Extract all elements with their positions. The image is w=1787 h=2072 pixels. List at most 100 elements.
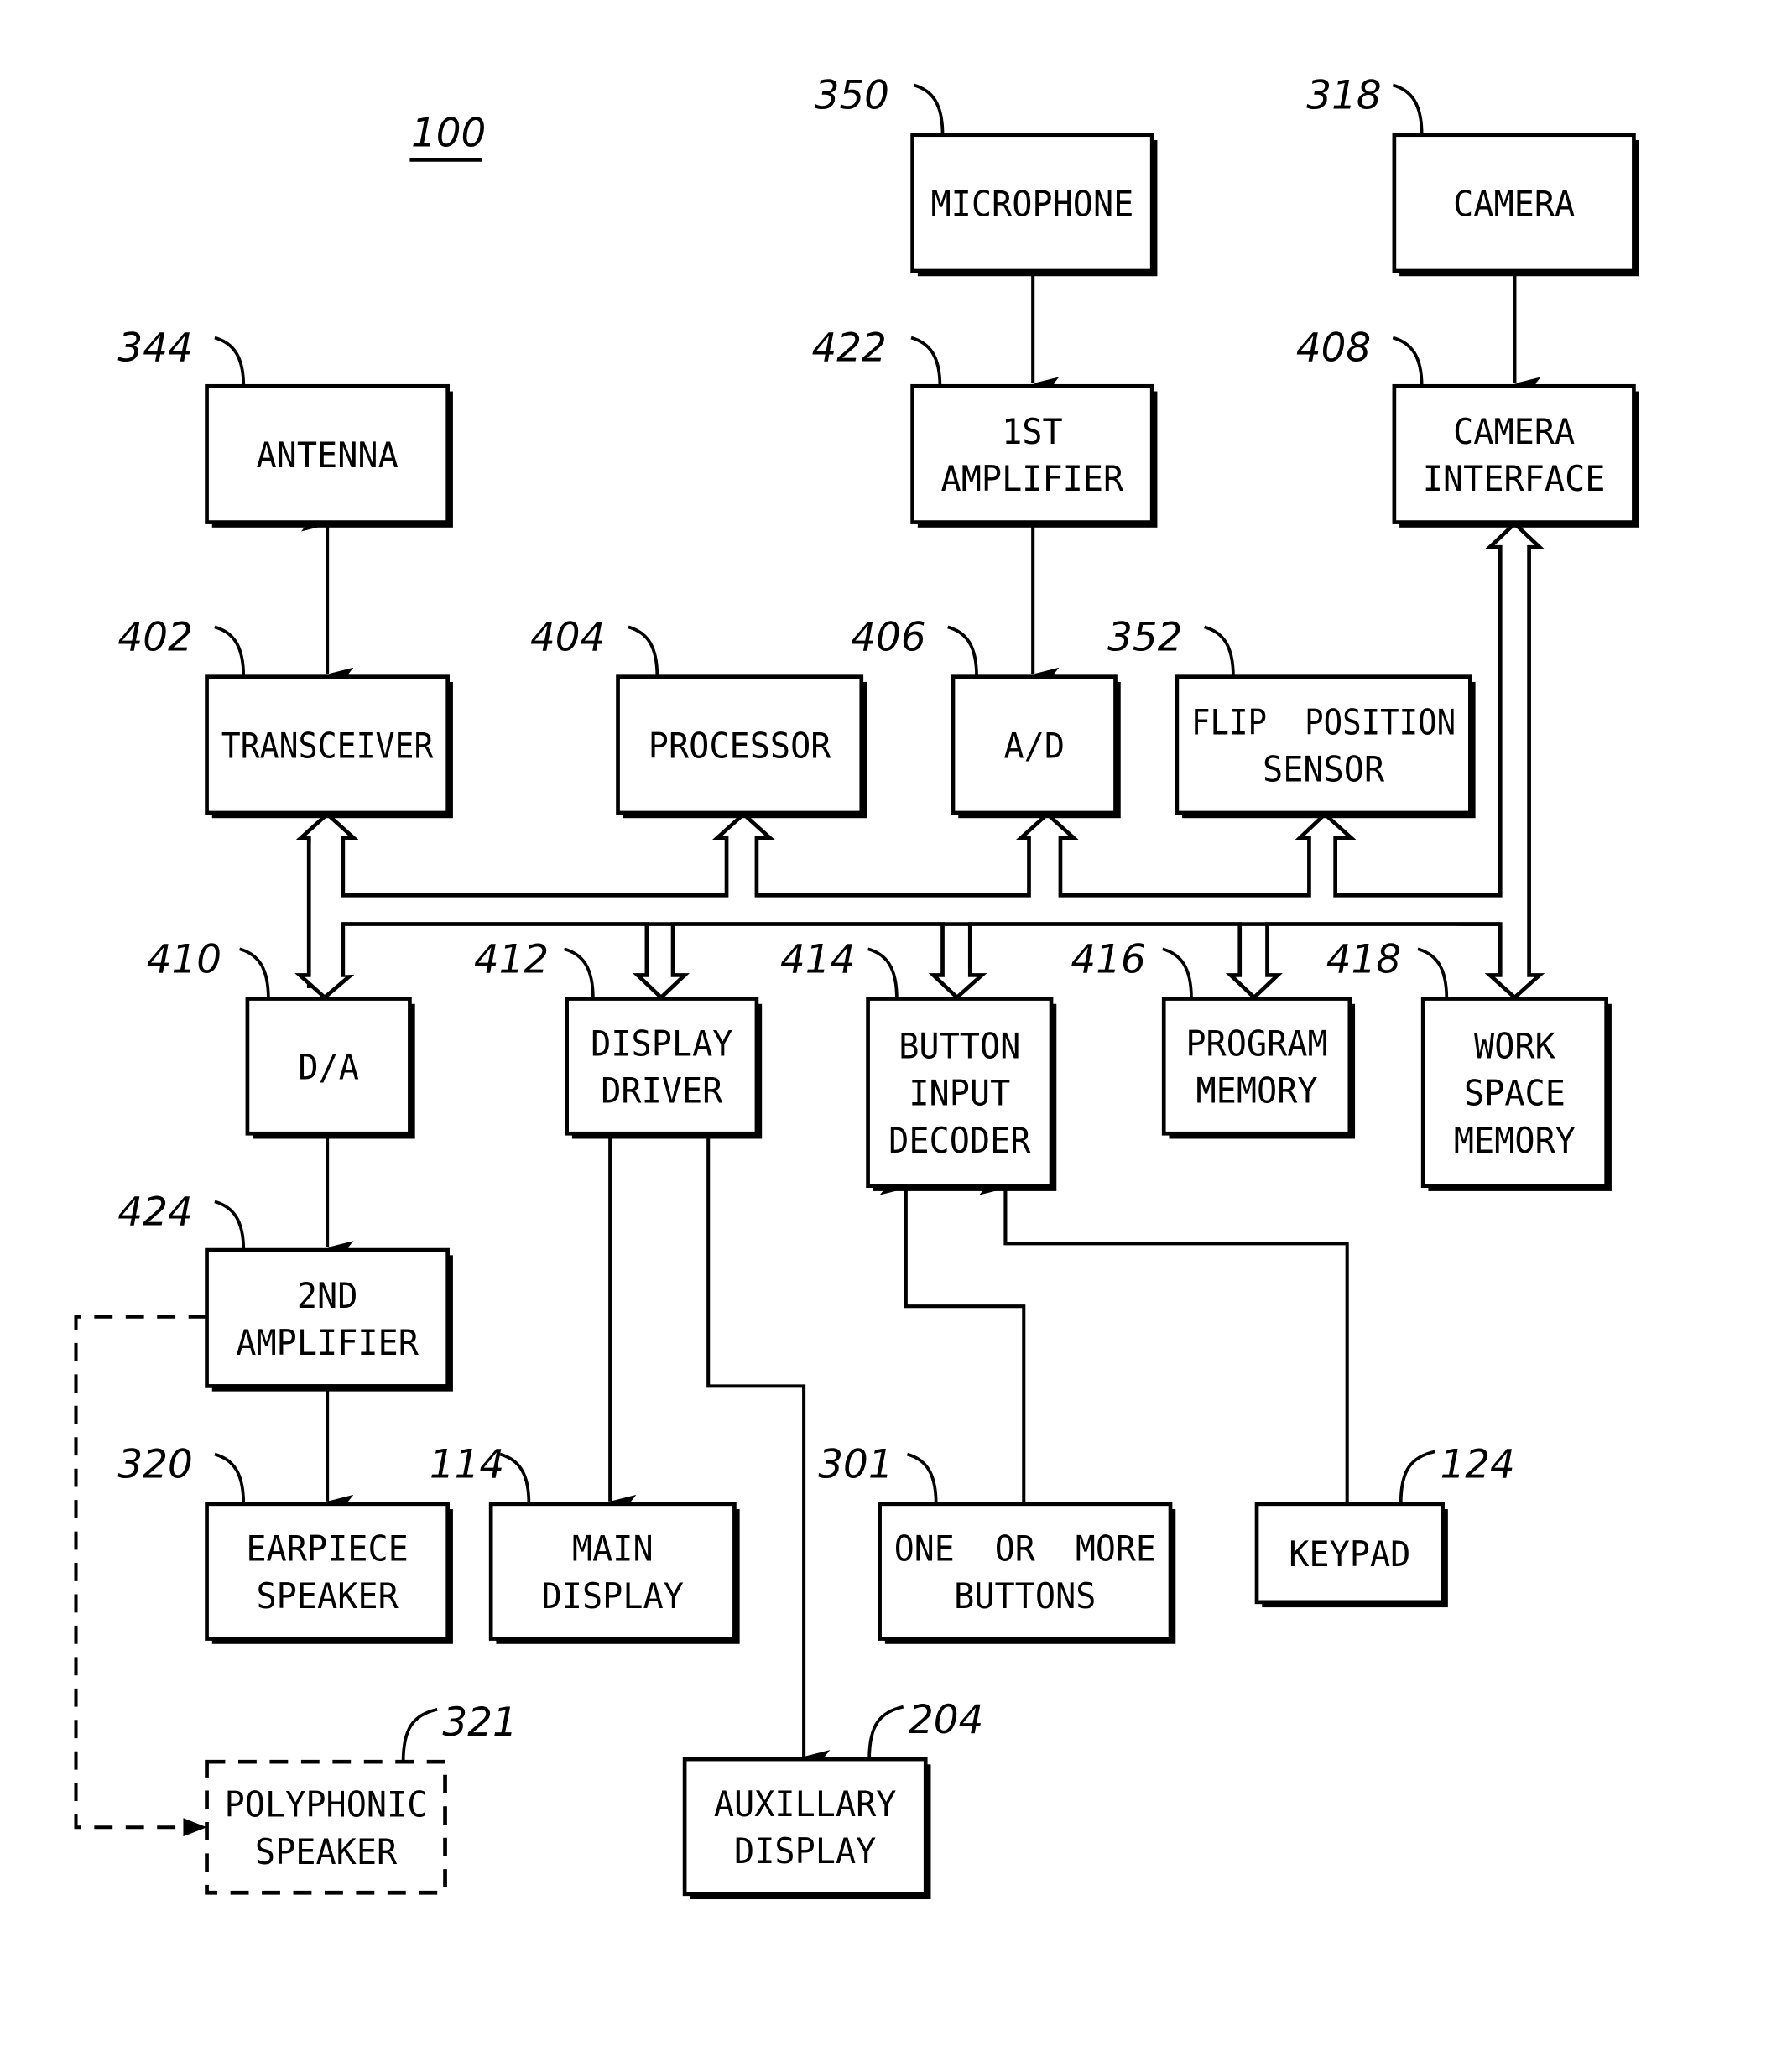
block-workspace-memory: WORK SPACE MEMORY — [1420, 997, 1612, 1191]
block-display-driver: DISPLAY DRIVER — [565, 997, 763, 1139]
block-label-line: DECODER — [888, 1120, 1031, 1161]
block-label-line: D/A — [298, 1046, 359, 1087]
reference-numeral: 350 — [815, 74, 889, 119]
reference-numeral: 318 — [1306, 74, 1381, 119]
block-microphone: MICROPHONE — [910, 133, 1158, 277]
block-label-line: MEMORY — [1454, 1120, 1576, 1161]
block-label-line: BUTTON — [899, 1026, 1020, 1067]
block-label-line: CAMERA — [1453, 183, 1575, 224]
block-earpiece: EARPIECE SPEAKER — [205, 1502, 453, 1644]
reference-leader — [1392, 336, 1424, 387]
reference-numeral: 321 — [442, 1700, 517, 1746]
block-label-line: SPEAKER — [256, 1575, 399, 1616]
block-amp1: 1ST AMPLIFIER — [910, 383, 1158, 528]
reference-leader — [906, 1452, 938, 1504]
block-label-line: PROCESSOR — [649, 725, 831, 766]
block-label-line: WORK — [1474, 1026, 1555, 1067]
reference-leader — [947, 625, 978, 677]
reference-leader — [910, 336, 942, 387]
reference-numeral: 406 — [851, 615, 925, 660]
block-label-line: BUTTONS — [954, 1575, 1096, 1616]
arrowhead-polyphonic — [183, 1818, 207, 1837]
reference-numeral: 410 — [147, 937, 221, 982]
reference-numeral: 301 — [818, 1443, 893, 1488]
wire-amp2-polyphonic — [74, 1315, 207, 1830]
block-aux-display: AUXILLARY DISPLAY — [682, 1757, 931, 1900]
block-frame — [1161, 997, 1352, 1136]
reference-numeral: 402 — [117, 615, 192, 660]
block-label-line: TRANSCEIVER — [221, 725, 434, 766]
block-flip-sensor: FLIP POSITION SENSOR — [1175, 674, 1476, 819]
reference-numeral: 408 — [1296, 326, 1371, 372]
block-label-line: MICROPHONE — [930, 183, 1133, 224]
block-processor: PROCESSOR — [616, 674, 867, 819]
block-ad: A/D — [951, 674, 1121, 819]
block-label-line: AUXILLARY — [714, 1783, 897, 1825]
block-label-line: EARPIECE — [246, 1528, 408, 1570]
reference-numeral: 320 — [117, 1443, 192, 1488]
figure-reference: 100 — [409, 112, 486, 162]
block-label-line: KEYPAD — [1289, 1533, 1410, 1575]
block-label-line: ANTENNA — [256, 435, 398, 476]
reference-leader — [628, 625, 659, 677]
reference-leader — [214, 336, 246, 387]
block-label-line: ONE OR MORE — [894, 1528, 1156, 1570]
block-frame — [878, 1502, 1173, 1641]
block-label-line: INPUT — [909, 1073, 1010, 1114]
block-label-line: DISPLAY — [734, 1830, 876, 1872]
block-frame — [205, 1759, 447, 1895]
reference-numeral: 204 — [909, 1698, 983, 1743]
block-frame — [682, 1757, 928, 1897]
block-frame — [1175, 674, 1472, 815]
wire-display-driver-aux-display — [706, 1133, 831, 1763]
reference-numeral: 424 — [117, 1190, 192, 1235]
figure-number: 100 — [411, 112, 486, 157]
block-label-line: 1ST — [1002, 411, 1063, 452]
block-keypad: KEYPAD — [1254, 1502, 1448, 1608]
block-camera: CAMERA — [1392, 133, 1639, 277]
block-label-line: AMPLIFIER — [236, 1322, 419, 1363]
block-label-line: DISPLAY — [542, 1575, 684, 1616]
block-main-display: MAIN DISPLAY — [488, 1502, 740, 1644]
reference-numeral: 344 — [117, 326, 192, 372]
reference-leader — [214, 625, 246, 677]
block-label-line: CAMERA — [1453, 411, 1575, 452]
block-frame — [565, 997, 759, 1136]
reference-numeral: 114 — [430, 1443, 504, 1488]
reference-leader — [1204, 625, 1235, 677]
block-label-line: A/D — [1003, 725, 1065, 766]
block-frame — [205, 1247, 451, 1388]
block-da: D/A — [245, 997, 415, 1139]
reference-leader — [499, 1452, 531, 1504]
reference-leader — [1162, 947, 1193, 999]
reference-leader — [1399, 1450, 1435, 1504]
block-frame — [1392, 383, 1636, 524]
block-amp2: 2ND AMPLIFIER — [205, 1247, 453, 1392]
reference-leader — [214, 1200, 246, 1251]
block-label-line: PROGRAM — [1185, 1023, 1327, 1064]
block-label-line: FLIP POSITION — [1191, 701, 1456, 742]
reference-numeral: 412 — [474, 937, 549, 982]
block-label-line: AMPLIFIER — [941, 458, 1124, 499]
block-label-line: SENSOR — [1263, 749, 1385, 790]
reference-numeral: 124 — [1440, 1443, 1514, 1488]
reference-numeral: 418 — [1326, 937, 1401, 982]
block-frame — [205, 1502, 451, 1641]
reference-leader — [1417, 947, 1449, 999]
reference-leader — [867, 1705, 904, 1760]
block-label-line: DISPLAY — [591, 1023, 732, 1064]
reference-leader — [214, 1452, 246, 1504]
block-label-line: MAIN — [572, 1528, 654, 1570]
reference-numeral: 404 — [530, 615, 605, 660]
wire-keypad-decoder — [979, 1181, 1349, 1503]
block-label-line: DRIVER — [601, 1070, 723, 1111]
block-label-line: SPEAKER — [255, 1831, 398, 1872]
reference-leader — [913, 83, 945, 135]
reference-leader — [239, 947, 270, 999]
reference-leader — [1392, 83, 1424, 135]
block-label-line: INTERFACE — [1423, 458, 1606, 499]
reference-numeral: 352 — [1107, 615, 1182, 660]
block-diagram: 100 MICROPHONE CAMERAANTENNA1STAMPLIFIER… — [74, 74, 1639, 1900]
block-label-line: 2ND — [297, 1275, 358, 1316]
block-button-decoder: BUTTON INPUT DECODER — [866, 997, 1057, 1191]
